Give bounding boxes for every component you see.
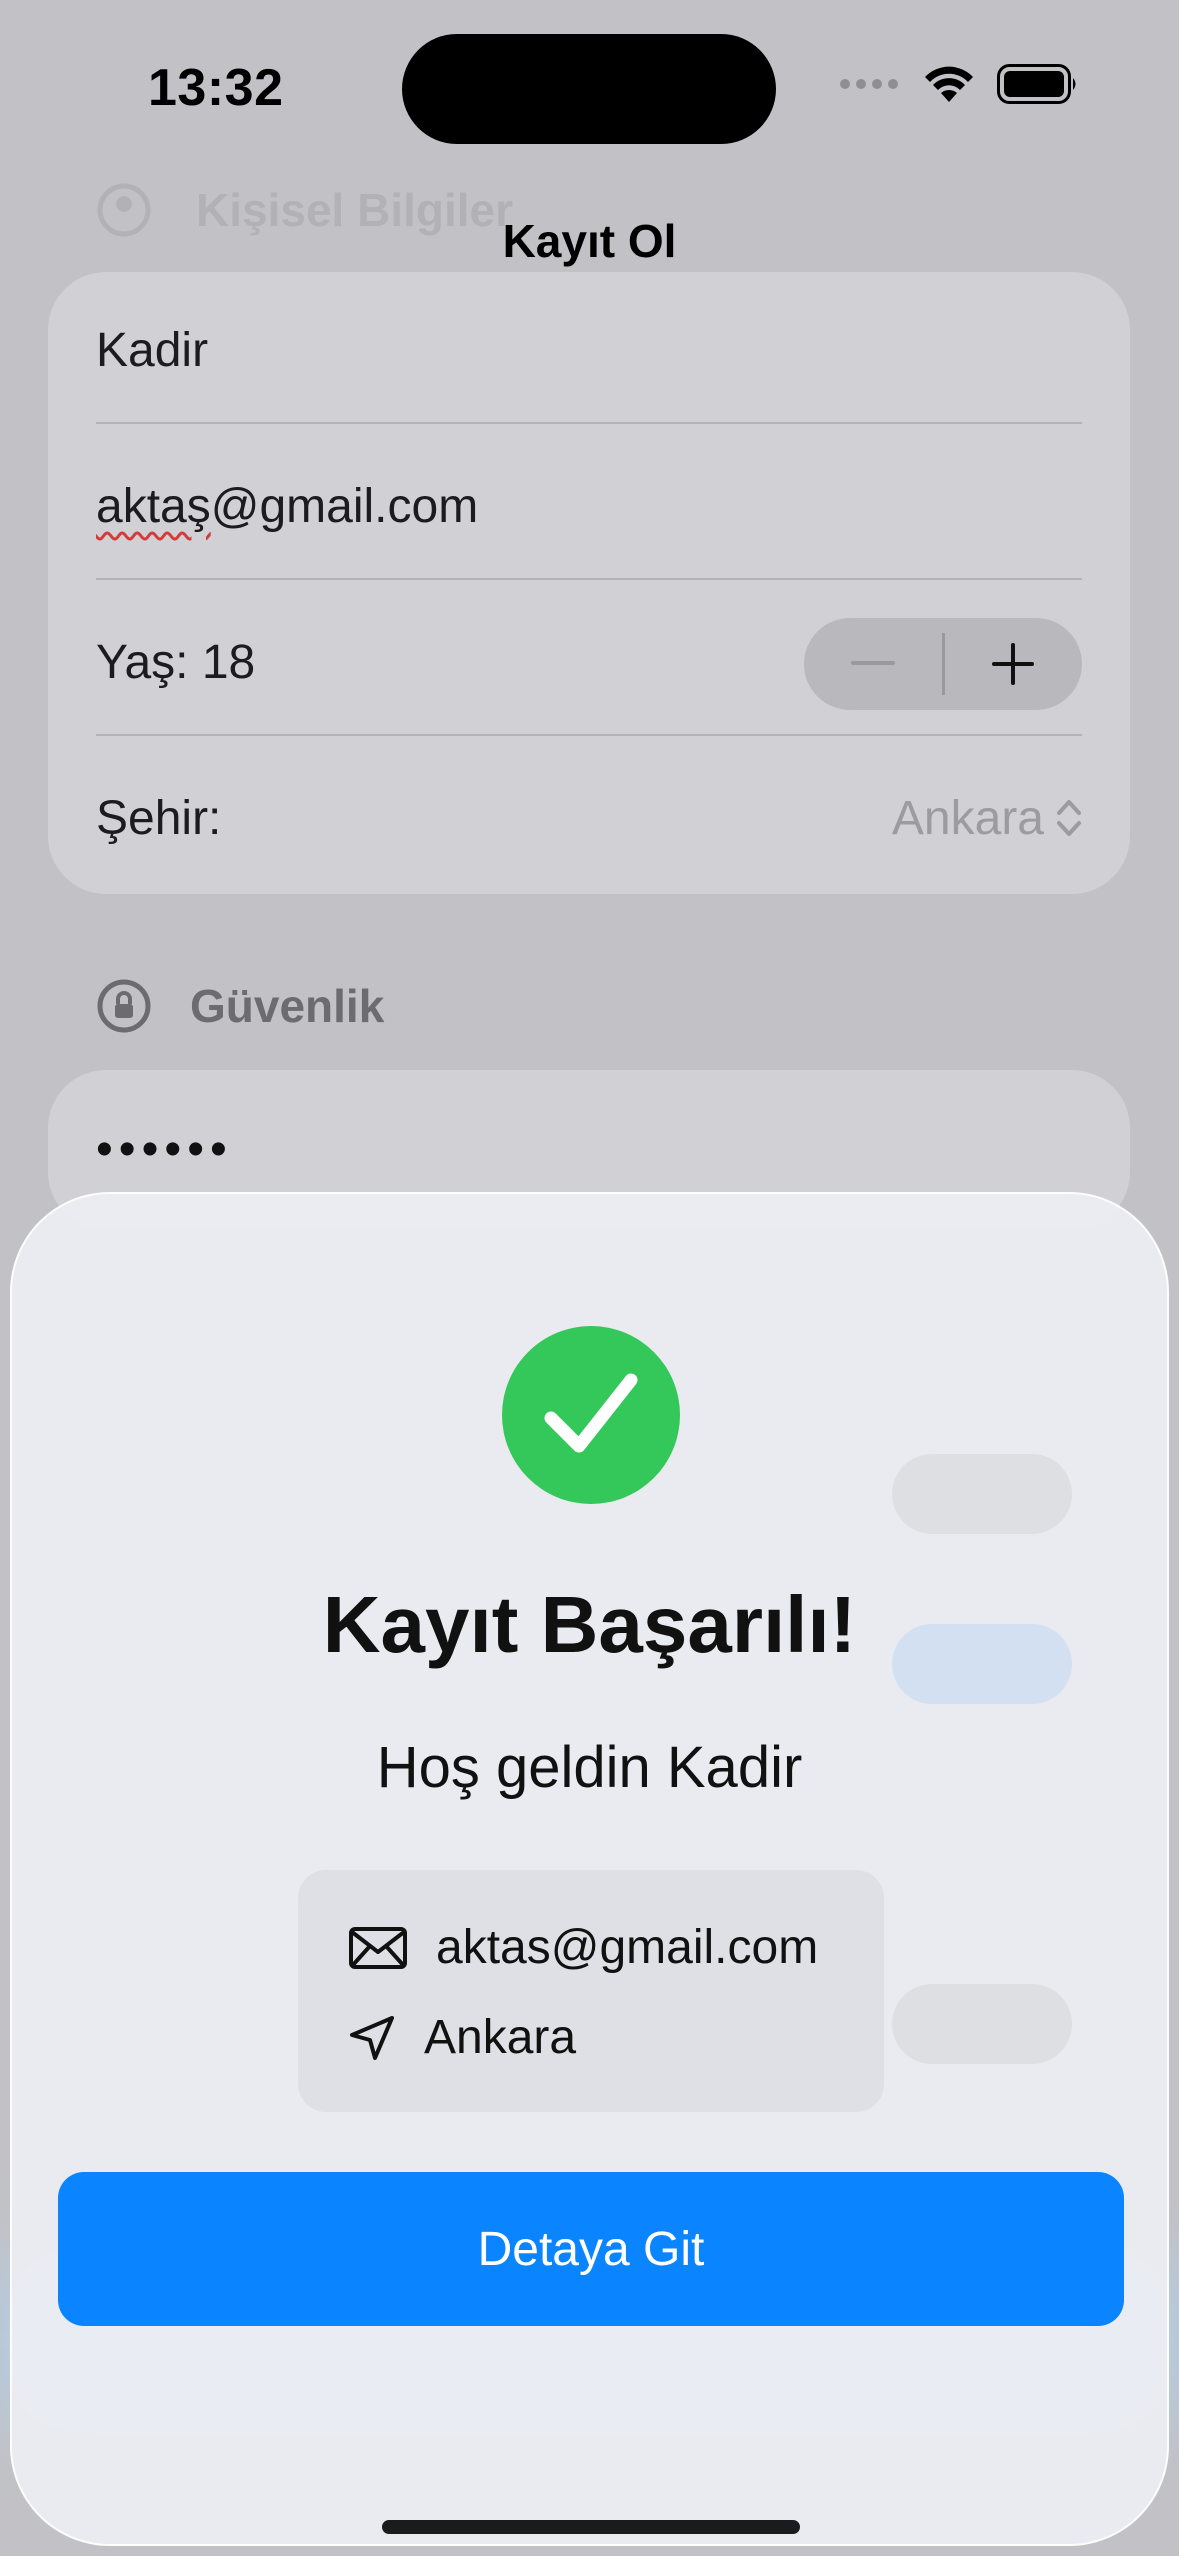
decrement-button[interactable] <box>804 618 942 710</box>
user-info-box: aktas@gmail.com Ankara <box>298 1870 884 2112</box>
dynamic-island <box>402 34 776 144</box>
minus-icon <box>850 661 895 665</box>
wifi-icon <box>925 66 973 102</box>
info-email: aktas@gmail.com <box>436 1921 819 1974</box>
success-sheet: Kayıt Başarılı! Hoş geldin Kadir aktas@g… <box>10 1192 1169 2546</box>
background-ghost <box>892 1454 1072 1534</box>
signal-dots-icon <box>840 79 898 89</box>
age-row: Yaş: 18 <box>96 584 1082 740</box>
background-ghost <box>892 1984 1072 2064</box>
security-section-header: Güvenlik <box>96 978 384 1034</box>
city-picker-value: Ankara <box>891 791 1044 845</box>
info-city: Ankara <box>424 2011 577 2064</box>
divider <box>96 578 1082 580</box>
chevron-up-down-icon <box>1057 800 1081 836</box>
success-title: Kayıt Başarılı! <box>322 1580 857 1669</box>
status-icons <box>839 64 1079 104</box>
success-checkmark <box>502 1326 680 1504</box>
lock-circle-icon <box>97 979 151 1033</box>
email-misspelled-part: aktaş <box>96 479 211 533</box>
name-value: Kadir <box>96 323 209 377</box>
battery-icon <box>997 64 1076 104</box>
background-ghost <box>98 1304 398 1344</box>
age-label: Yaş: 18 <box>96 635 256 689</box>
checkmark-icon <box>544 1373 638 1453</box>
email-value: aktaş@gmail.com <box>96 479 478 534</box>
increment-button[interactable] <box>945 618 1083 710</box>
detail-button[interactable]: Detaya Git <box>58 2172 1124 2326</box>
email-field[interactable]: aktaş@gmail.com <box>96 428 1082 584</box>
welcome-text: Hoş geldin Kadir <box>376 1735 803 1800</box>
name-field[interactable]: Kadir <box>96 272 1082 428</box>
info-city-row: Ankara <box>348 2010 576 2065</box>
email-domain-part: @gmail.com <box>210 479 479 533</box>
security-section-title: Güvenlik <box>190 980 385 1032</box>
city-label: Şehir: <box>96 791 222 845</box>
city-row[interactable]: Şehir: Ankara <box>96 740 1082 896</box>
personal-info-card: Kadir aktaş@gmail.com Yaş: 18 Şehir: Ank… <box>48 272 1130 894</box>
home-indicator <box>382 2520 800 2534</box>
plus-icon <box>992 643 1035 685</box>
divider <box>96 734 1082 736</box>
info-email-row: aktas@gmail.com <box>348 1920 818 1975</box>
location-arrow-icon <box>350 2015 394 2060</box>
envelope-icon <box>349 1926 407 1969</box>
city-picker[interactable]: Ankara <box>892 791 1082 846</box>
status-time: 13:32 <box>148 59 284 117</box>
age-stepper[interactable] <box>804 618 1082 710</box>
password-field[interactable]: •••••• <box>96 1122 233 1177</box>
divider <box>96 422 1082 424</box>
page-title: Kayıt Ol <box>502 215 677 267</box>
